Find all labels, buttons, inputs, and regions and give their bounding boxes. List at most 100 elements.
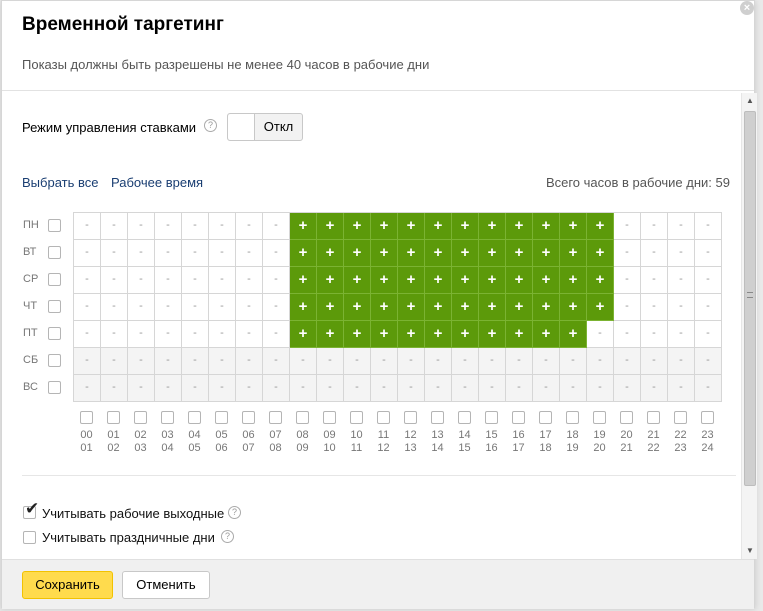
day-checkbox[interactable] <box>48 300 61 313</box>
hour-cell-off[interactable]: - <box>668 375 695 402</box>
hour-cell-off[interactable]: - <box>128 240 155 267</box>
hour-cell-on[interactable]: + <box>425 267 452 294</box>
hour-cell-off[interactable]: - <box>209 321 236 348</box>
close-icon[interactable]: × <box>740 1 754 15</box>
hour-cell-on[interactable]: + <box>398 240 425 267</box>
hour-cell-off[interactable]: - <box>695 267 722 294</box>
hour-cell-on[interactable]: + <box>344 213 371 240</box>
hour-cell-off[interactable]: - <box>695 294 722 321</box>
hour-cell-on[interactable]: + <box>506 213 533 240</box>
hour-cell-on[interactable]: + <box>290 321 317 348</box>
work-time-link[interactable]: Рабочее время <box>111 175 203 190</box>
hour-cell-off[interactable]: - <box>263 321 290 348</box>
hour-cell-on[interactable]: + <box>371 267 398 294</box>
scrollbar[interactable]: ▲ ▼ <box>741 93 757 559</box>
hour-cell-off[interactable]: - <box>128 213 155 240</box>
hour-cell-off[interactable]: - <box>101 213 128 240</box>
hour-cell-off[interactable]: - <box>506 375 533 402</box>
hour-cell-on[interactable]: + <box>398 321 425 348</box>
hour-cell-off[interactable]: - <box>506 348 533 375</box>
hour-cell-off[interactable]: - <box>290 348 317 375</box>
hour-cell-off[interactable]: - <box>101 267 128 294</box>
hour-cell-off[interactable]: - <box>398 375 425 402</box>
hour-cell-off[interactable]: - <box>74 240 101 267</box>
hour-cell-off[interactable]: - <box>371 375 398 402</box>
hour-cell-off[interactable]: - <box>695 375 722 402</box>
scroll-up-arrow-icon[interactable]: ▲ <box>742 93 758 109</box>
hour-cell-off[interactable]: - <box>128 348 155 375</box>
hour-cell-off[interactable]: - <box>425 375 452 402</box>
hour-cell-off[interactable]: - <box>668 294 695 321</box>
hour-cell-off[interactable]: - <box>74 321 101 348</box>
hour-cell-on[interactable]: + <box>533 213 560 240</box>
holidays-checkbox[interactable] <box>23 531 36 544</box>
hour-checkbox[interactable] <box>242 411 255 424</box>
hour-checkbox[interactable] <box>458 411 471 424</box>
hour-cell-on[interactable]: + <box>398 294 425 321</box>
hour-cell-on[interactable]: + <box>479 294 506 321</box>
hour-cell-on[interactable]: + <box>506 267 533 294</box>
hour-cell-off[interactable]: - <box>236 294 263 321</box>
hour-checkbox[interactable] <box>188 411 201 424</box>
day-checkbox[interactable] <box>48 219 61 232</box>
hour-cell-off[interactable]: - <box>263 375 290 402</box>
hour-checkbox[interactable] <box>161 411 174 424</box>
hour-cell-off[interactable]: - <box>641 294 668 321</box>
hour-checkbox[interactable] <box>404 411 417 424</box>
hour-cell-off[interactable]: - <box>695 348 722 375</box>
hour-cell-on[interactable]: + <box>290 213 317 240</box>
hour-cell-off[interactable]: - <box>587 375 614 402</box>
hour-cell-off[interactable]: - <box>452 348 479 375</box>
hour-cell-off[interactable]: - <box>344 375 371 402</box>
cancel-button[interactable]: Отменить <box>122 571 210 599</box>
hour-cell-on[interactable]: + <box>425 240 452 267</box>
hour-cell-off[interactable]: - <box>209 213 236 240</box>
hour-cell-on[interactable]: + <box>317 240 344 267</box>
hour-cell-off[interactable]: - <box>641 240 668 267</box>
hour-cell-off[interactable]: - <box>587 348 614 375</box>
hour-cell-on[interactable]: + <box>479 267 506 294</box>
hour-cell-off[interactable]: - <box>236 267 263 294</box>
hour-cell-on[interactable]: + <box>344 267 371 294</box>
hour-checkbox[interactable] <box>350 411 363 424</box>
hour-cell-on[interactable]: + <box>452 240 479 267</box>
hour-cell-off[interactable]: - <box>128 267 155 294</box>
hour-cell-off[interactable]: - <box>209 267 236 294</box>
hour-cell-off[interactable]: - <box>614 375 641 402</box>
hour-cell-on[interactable]: + <box>560 267 587 294</box>
hour-cell-off[interactable]: - <box>182 213 209 240</box>
hour-cell-off[interactable]: - <box>290 375 317 402</box>
hour-cell-off[interactable]: - <box>155 213 182 240</box>
hour-cell-off[interactable]: - <box>614 348 641 375</box>
help-icon[interactable]: ? <box>221 530 234 543</box>
hour-cell-on[interactable]: + <box>452 321 479 348</box>
hour-cell-on[interactable]: + <box>344 240 371 267</box>
hour-checkbox[interactable] <box>593 411 606 424</box>
bid-mode-toggle[interactable]: Откл <box>227 113 303 141</box>
hour-cell-on[interactable]: + <box>533 294 560 321</box>
hour-cell-off[interactable]: - <box>209 294 236 321</box>
hour-cell-off[interactable]: - <box>74 348 101 375</box>
hour-cell-off[interactable]: - <box>128 294 155 321</box>
hour-cell-off[interactable]: - <box>263 348 290 375</box>
hour-cell-off[interactable]: - <box>452 375 479 402</box>
hour-cell-off[interactable]: - <box>263 213 290 240</box>
day-checkbox[interactable] <box>48 354 61 367</box>
hour-checkbox[interactable] <box>107 411 120 424</box>
select-all-link[interactable]: Выбрать все <box>22 175 98 190</box>
hour-cell-off[interactable]: - <box>101 240 128 267</box>
help-icon[interactable]: ? <box>228 506 241 519</box>
hour-cell-on[interactable]: + <box>452 267 479 294</box>
hour-cell-off[interactable]: - <box>371 348 398 375</box>
hour-cell-on[interactable]: + <box>317 321 344 348</box>
hour-cell-off[interactable]: - <box>560 348 587 375</box>
hour-cell-on[interactable]: + <box>452 213 479 240</box>
hour-cell-off[interactable]: - <box>155 240 182 267</box>
hour-cell-off[interactable]: - <box>182 294 209 321</box>
hour-cell-off[interactable]: - <box>182 321 209 348</box>
hour-cell-off[interactable]: - <box>641 375 668 402</box>
hour-cell-on[interactable]: + <box>533 240 560 267</box>
day-checkbox[interactable] <box>48 327 61 340</box>
hour-cell-on[interactable]: + <box>587 267 614 294</box>
hour-cell-off[interactable]: - <box>74 294 101 321</box>
